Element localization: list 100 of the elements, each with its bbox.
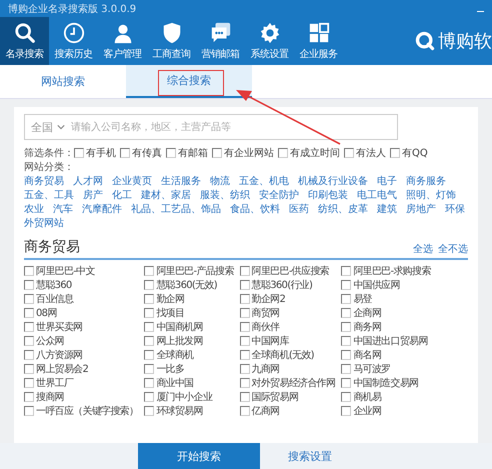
category-link[interactable]: 纺织、皮革: [318, 203, 368, 216]
category-link[interactable]: 环保: [445, 203, 465, 216]
category-link[interactable]: 商务服务: [406, 175, 446, 188]
checkbox[interactable]: [344, 148, 354, 158]
checkbox[interactable]: [144, 378, 154, 388]
category-link[interactable]: 物流: [210, 175, 230, 188]
category-link[interactable]: 建筑: [377, 203, 397, 216]
checkbox[interactable]: [212, 148, 222, 158]
checkbox[interactable]: [144, 280, 154, 290]
checkbox[interactable]: [24, 280, 34, 290]
category-link[interactable]: 汽摩配件: [82, 203, 122, 216]
category-link[interactable]: 汽车: [53, 203, 73, 216]
checkbox[interactable]: [24, 266, 34, 276]
checkbox[interactable]: [341, 308, 352, 318]
checkbox[interactable]: [341, 378, 352, 388]
category-link[interactable]: 生活服务: [161, 175, 201, 188]
checkbox[interactable]: [240, 364, 250, 374]
checkbox[interactable]: [240, 322, 250, 332]
category-link[interactable]: 电子: [377, 175, 397, 188]
category-link[interactable]: 化工: [112, 189, 132, 202]
nav-button[interactable]: 系统设置: [245, 17, 294, 65]
category-link[interactable]: 人才网: [73, 175, 103, 188]
category-link[interactable]: 照明、灯饰: [406, 189, 456, 202]
category-link[interactable]: 食品、饮料: [230, 203, 280, 216]
checkbox[interactable]: [166, 148, 176, 158]
checkbox[interactable]: [240, 294, 250, 304]
checkbox[interactable]: [24, 336, 34, 346]
search-field[interactable]: 全国 请输入公司名称，地区，主营产品等: [24, 114, 398, 140]
checkbox[interactable]: [341, 364, 352, 374]
checkbox[interactable]: [341, 294, 352, 304]
nav-button[interactable]: 名录搜索: [0, 17, 49, 65]
category-link[interactable]: 建材、家居: [141, 189, 191, 202]
checkbox[interactable]: [341, 336, 352, 346]
category-link[interactable]: 农业: [24, 203, 44, 216]
category-link[interactable]: 电工电气: [357, 189, 397, 202]
checkbox[interactable]: [24, 406, 34, 416]
checkbox[interactable]: [240, 266, 250, 276]
category-link[interactable]: 五金、机电: [239, 175, 289, 188]
checkbox[interactable]: [144, 266, 154, 276]
checkbox[interactable]: [144, 406, 154, 416]
checkbox[interactable]: [144, 336, 154, 346]
checkbox[interactable]: [240, 392, 250, 402]
nav-button[interactable]: 企业服务: [294, 17, 343, 65]
checkbox[interactable]: [144, 392, 154, 402]
tab[interactable]: 网站搜索: [0, 65, 126, 98]
checkbox[interactable]: [240, 308, 250, 318]
category-link[interactable]: 商务贸易: [24, 175, 64, 188]
checkbox[interactable]: [144, 350, 154, 360]
checkbox[interactable]: [240, 406, 250, 416]
checkbox[interactable]: [341, 266, 352, 276]
category-link[interactable]: 企业黄页: [112, 175, 152, 188]
nav-button[interactable]: 营销邮箱: [196, 17, 245, 65]
category-link[interactable]: 五金、工具: [24, 189, 74, 202]
category-link[interactable]: 安全防护: [259, 189, 299, 202]
checkbox[interactable]: [120, 148, 130, 158]
category-link[interactable]: 礼品、工艺品、饰品: [131, 203, 221, 216]
checkbox[interactable]: [240, 280, 250, 290]
checkbox[interactable]: [341, 280, 352, 290]
search-settings-link[interactable]: 搜索设置: [260, 448, 360, 464]
nav-button[interactable]: 客户管理: [98, 17, 147, 65]
checkbox[interactable]: [341, 350, 352, 360]
checkbox[interactable]: [341, 406, 352, 416]
site-option: 企商网: [353, 306, 382, 320]
checkbox[interactable]: [24, 294, 34, 304]
checkbox[interactable]: [24, 322, 34, 332]
checkbox[interactable]: [341, 392, 352, 402]
select-all-link[interactable]: 全选: [413, 242, 433, 256]
checkbox[interactable]: [341, 322, 352, 332]
checkbox[interactable]: [390, 148, 400, 158]
checkbox[interactable]: [24, 392, 34, 402]
checkbox[interactable]: [144, 364, 154, 374]
checkbox[interactable]: [240, 378, 250, 388]
select-none-link[interactable]: 全不选: [438, 242, 468, 256]
site-option: 勤企网: [156, 292, 184, 306]
checkbox[interactable]: [24, 364, 34, 374]
site-option: 慧聪360(行业): [252, 278, 312, 292]
site-option: 中国商机网: [156, 320, 203, 334]
category-link[interactable]: 机械及行业设备: [298, 175, 368, 188]
checkbox[interactable]: [144, 308, 154, 318]
region-dropdown[interactable]: 全国: [31, 120, 53, 134]
site-option: 商贸网: [252, 306, 280, 320]
nav-button[interactable]: 搜索历史: [49, 17, 98, 65]
category-link[interactable]: 印刷包装: [308, 189, 348, 202]
category-link[interactable]: 外贸网站: [24, 217, 64, 230]
checkbox[interactable]: [24, 350, 34, 360]
category-link[interactable]: 房地产: [406, 203, 436, 216]
checkbox[interactable]: [74, 148, 84, 158]
checkbox[interactable]: [24, 308, 34, 318]
category-link[interactable]: 房产: [83, 189, 103, 202]
checkbox[interactable]: [144, 294, 154, 304]
start-search-button[interactable]: 开始搜索: [138, 443, 260, 469]
checkbox[interactable]: [240, 336, 250, 346]
category-link[interactable]: 服装、纺织: [200, 189, 250, 202]
checkbox[interactable]: [240, 350, 250, 360]
checkbox[interactable]: [24, 378, 34, 388]
category-link[interactable]: 医药: [289, 203, 309, 216]
tab[interactable]: 综合搜索: [126, 65, 252, 98]
checkbox[interactable]: [278, 148, 288, 158]
nav-button[interactable]: 工商查询: [147, 17, 196, 65]
checkbox[interactable]: [144, 322, 154, 332]
